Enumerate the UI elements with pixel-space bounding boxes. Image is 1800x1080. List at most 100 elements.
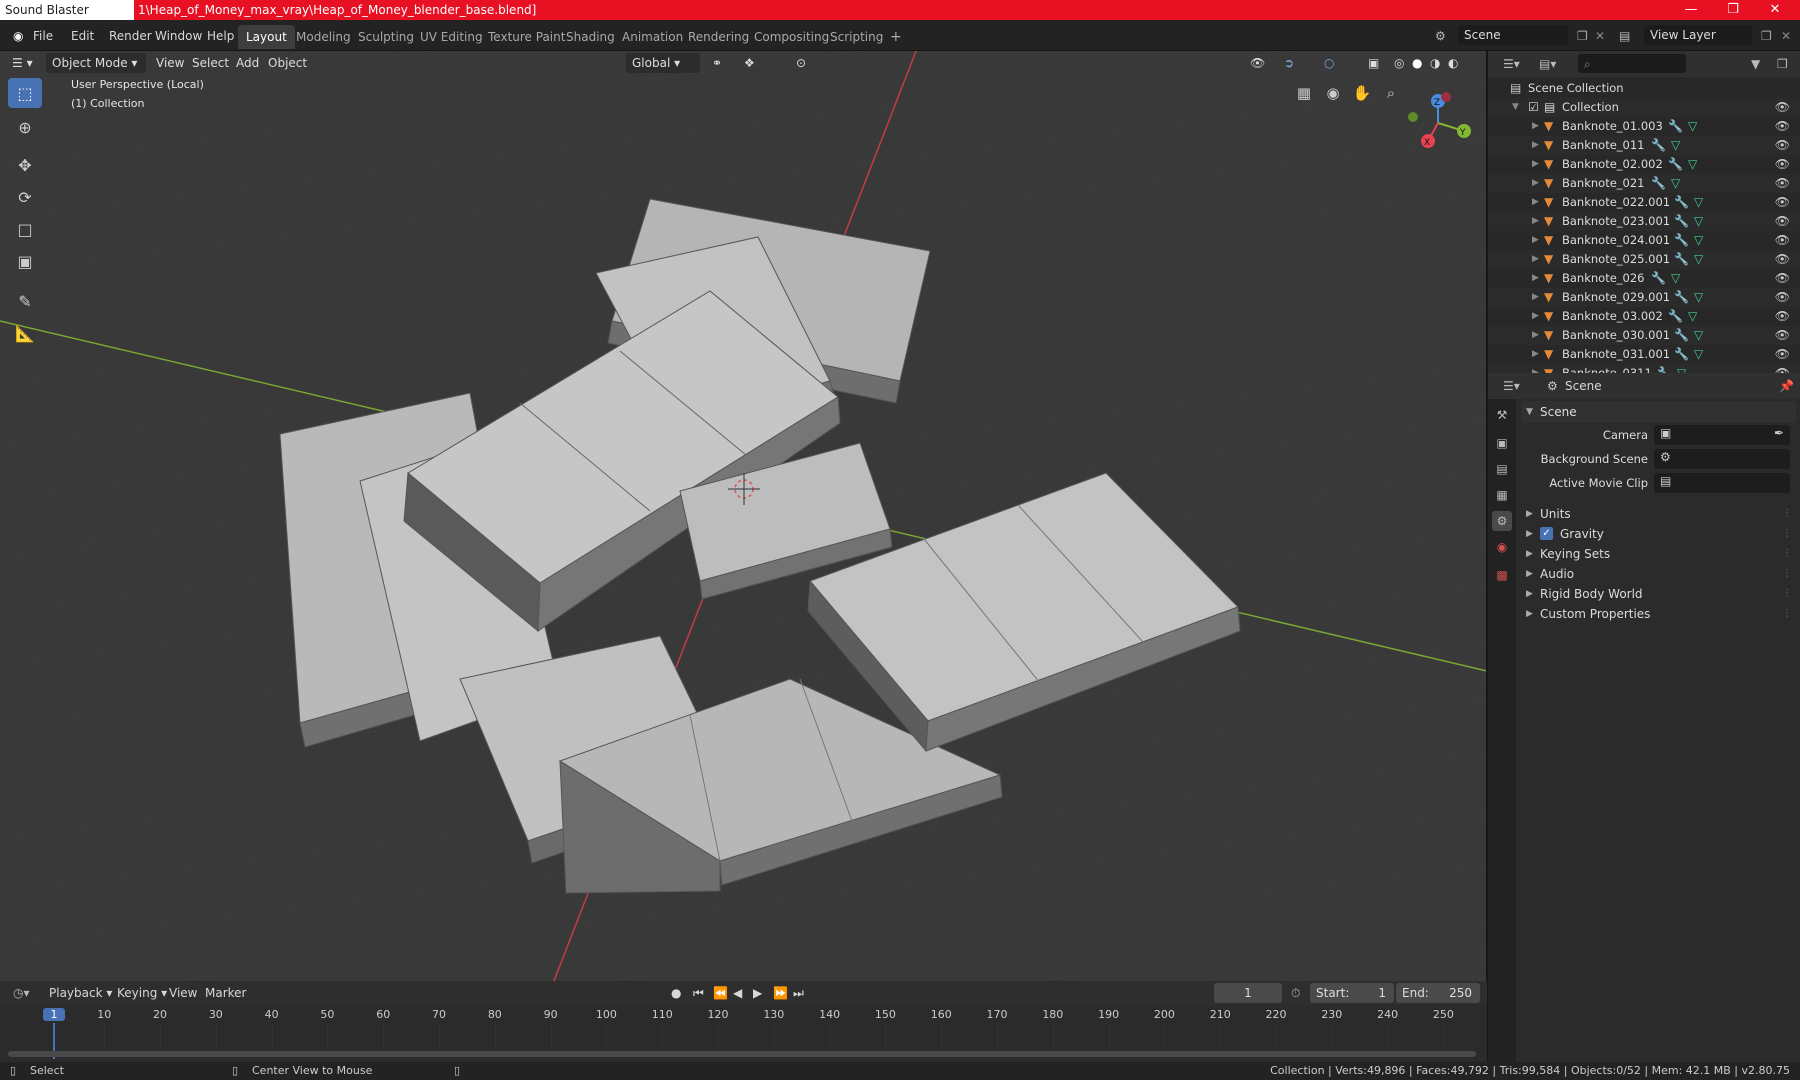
eye-icon[interactable]: 👁 <box>1775 345 1790 364</box>
eye-icon[interactable]: 👁 <box>1775 98 1790 117</box>
menu-marker[interactable]: Marker <box>198 983 253 1003</box>
timeline-editor-type-icon[interactable]: ◷▾ <box>6 983 37 1003</box>
outliner-search-input[interactable]: ⌕ <box>1578 54 1686 73</box>
pivot-icon[interactable]: ⚭ <box>706 53 728 73</box>
expand-icon[interactable]: ▶ <box>1532 288 1539 307</box>
outliner-editor-type-icon[interactable]: ☰▾ <box>1496 54 1527 74</box>
outliner-item[interactable]: ▶ ▼ Banknote_024.001 🔧 ▽ 👁 <box>1488 231 1800 250</box>
expand-icon[interactable]: ▶ <box>1532 345 1539 364</box>
mesh-data-icon[interactable]: ▽ <box>1694 231 1703 250</box>
modifier-wrench-icon[interactable]: 🔧 <box>1668 307 1683 326</box>
eye-icon[interactable]: 👁 <box>1775 193 1790 212</box>
expand-icon[interactable]: ▶ <box>1532 231 1539 250</box>
current-frame-field[interactable]: 1 <box>1214 983 1282 1003</box>
eye-icon[interactable]: 👁 <box>1775 288 1790 307</box>
rendered-shading-icon[interactable]: ◐ <box>1442 53 1464 73</box>
section-gravity[interactable]: ▶ ✓ Gravity ⋮ <box>1522 523 1796 545</box>
mode-dropdown[interactable]: Object Mode ▾ <box>46 53 146 73</box>
snap-icon[interactable]: ❖ <box>738 53 761 73</box>
modifier-wrench-icon[interactable]: 🔧 <box>1674 231 1689 250</box>
outliner-item[interactable]: ▶ ▼ Banknote_023.001 🔧 ▽ 👁 <box>1488 212 1800 231</box>
minimize-icon[interactable]: — <box>1670 0 1712 20</box>
menu-help[interactable]: Help <box>200 26 241 46</box>
new-collection-icon[interactable]: ❐ <box>1770 54 1795 74</box>
expand-icon[interactable]: ▶ <box>1532 326 1539 345</box>
outliner-item[interactable]: ▶ ▼ Banknote_025.001 🔧 ▽ 👁 <box>1488 250 1800 269</box>
expand-icon[interactable]: ▶ <box>1532 269 1539 288</box>
outliner-scene-collection[interactable]: ▤ Scene Collection <box>1488 79 1800 98</box>
tab-modeling[interactable]: Modeling <box>288 25 359 49</box>
collapse-icon[interactable]: ▼ <box>1512 98 1519 117</box>
eye-icon[interactable]: 👁 <box>1775 269 1790 288</box>
mesh-data-icon[interactable]: ▽ <box>1688 117 1697 136</box>
mesh-data-icon[interactable]: ▽ <box>1694 345 1703 364</box>
eye-icon[interactable]: 👁 <box>1775 307 1790 326</box>
view-layer-icon[interactable]: ▤ <box>1612 26 1637 46</box>
section-keying-sets[interactable]: ▶ Keying Sets ⋮ <box>1522 543 1796 565</box>
mesh-data-icon[interactable]: ▽ <box>1694 193 1703 212</box>
proportional-edit-icon[interactable]: ⊙ <box>790 53 812 73</box>
end-frame-field[interactable]: End: 250 <box>1396 983 1480 1003</box>
background-scene-field[interactable]: ⚙ <box>1654 449 1790 469</box>
eye-icon[interactable]: 👁 <box>1775 250 1790 269</box>
overlay-toggle-icon[interactable]: ○ <box>1318 53 1340 73</box>
stopwatch-icon[interactable]: ⏱ <box>1284 983 1307 1003</box>
mesh-data-icon[interactable]: ▽ <box>1694 250 1703 269</box>
drag-handle-icon[interactable]: ⋮ <box>1782 523 1792 545</box>
drag-handle-icon[interactable]: ⋮ <box>1782 563 1792 585</box>
section-custom-properties[interactable]: ▶ Custom Properties ⋮ <box>1522 603 1796 625</box>
eye-icon[interactable]: 👁 <box>1775 212 1790 231</box>
outliner-collection[interactable]: ▼ ☑ ▤ Collection 👁 <box>1488 98 1800 117</box>
pan-hand-icon[interactable]: ✋ <box>1349 80 1375 106</box>
gizmo-toggle-icon[interactable]: ➲ <box>1278 53 1300 73</box>
modifier-wrench-icon[interactable]: 🔧 <box>1674 212 1689 231</box>
section-units[interactable]: ▶ Units ⋮ <box>1522 503 1796 525</box>
expand-icon[interactable]: ▶ <box>1532 307 1539 326</box>
record-icon[interactable]: ● <box>664 983 688 1003</box>
expand-icon[interactable]: ▶ <box>1532 250 1539 269</box>
move-tool-icon[interactable]: ✥ <box>8 150 42 180</box>
add-workspace-icon[interactable]: + <box>882 25 910 49</box>
delete-scene-icon[interactable]: ✕ <box>1588 26 1612 46</box>
annotate-tool-icon[interactable]: ✎ <box>8 286 42 316</box>
modifier-wrench-icon[interactable]: 🔧 <box>1651 136 1666 155</box>
cursor-tool-icon[interactable]: ⊕ <box>8 112 42 142</box>
maximize-icon[interactable]: ❐ <box>1712 0 1754 20</box>
rotate-tool-icon[interactable]: ⟳ <box>8 182 42 212</box>
scene-field[interactable]: Scene <box>1458 25 1568 45</box>
menu-file[interactable]: File <box>26 26 60 46</box>
select-box-tool-icon[interactable]: ⬚ <box>8 78 42 108</box>
eye-icon[interactable]: 👁 <box>1775 136 1790 155</box>
outliner-item[interactable]: ▶ ▼ Banknote_03.002 🔧 ▽ 👁 <box>1488 307 1800 326</box>
navigation-gizmo[interactable]: Z Y X <box>1400 83 1480 163</box>
world-tab-icon[interactable]: ◉ <box>1492 537 1512 557</box>
tab-scripting[interactable]: Scripting <box>822 25 891 49</box>
modifier-wrench-icon[interactable]: 🔧 <box>1651 269 1666 288</box>
eye-icon[interactable]: 👁 <box>1775 326 1790 345</box>
gravity-checkbox[interactable]: ✓ <box>1540 527 1553 540</box>
3d-viewport[interactable]: ☰ ▾ Object Mode ▾ View Select Add Object… <box>0 51 1487 981</box>
scene-tab-icon[interactable]: ⚙ <box>1492 511 1512 531</box>
section-audio[interactable]: ▶ Audio ⋮ <box>1522 563 1796 585</box>
camera-view-icon[interactable]: ◉ <box>1320 80 1346 106</box>
delete-view-layer-icon[interactable]: ✕ <box>1774 26 1798 46</box>
tab-uv-editing[interactable]: UV Editing <box>412 25 491 49</box>
xray-icon[interactable]: ▣ <box>1362 53 1385 73</box>
mesh-data-icon[interactable]: ▽ <box>1671 136 1680 155</box>
modifier-wrench-icon[interactable]: 🔧 <box>1674 345 1689 364</box>
expand-icon[interactable]: ▶ <box>1532 117 1539 136</box>
menu-add[interactable]: Add <box>230 53 265 73</box>
mesh-data-icon[interactable]: ▽ <box>1688 307 1697 326</box>
expand-icon[interactable]: ▶ <box>1532 193 1539 212</box>
outliner-item[interactable]: ▶ ▼ Banknote_026 🔧 ▽ 👁 <box>1488 269 1800 288</box>
menu-edit[interactable]: Edit <box>64 26 101 46</box>
close-icon[interactable]: ✕ <box>1754 0 1796 20</box>
outliner-item[interactable]: ▶ ▼ Banknote_011 🔧 ▽ 👁 <box>1488 136 1800 155</box>
drag-handle-icon[interactable]: ⋮ <box>1782 543 1792 565</box>
outliner-item[interactable]: ▶ ▼ Banknote_022.001 🔧 ▽ 👁 <box>1488 193 1800 212</box>
mesh-data-icon[interactable]: ▽ <box>1688 155 1697 174</box>
outliner-item[interactable]: ▶ ▼ Banknote_02.002 🔧 ▽ 👁 <box>1488 155 1800 174</box>
timeline-scrollbar[interactable] <box>8 1051 1476 1057</box>
display-mode-icon[interactable]: ▤▾ <box>1532 54 1563 74</box>
drag-handle-icon[interactable]: ⋮ <box>1782 503 1792 525</box>
